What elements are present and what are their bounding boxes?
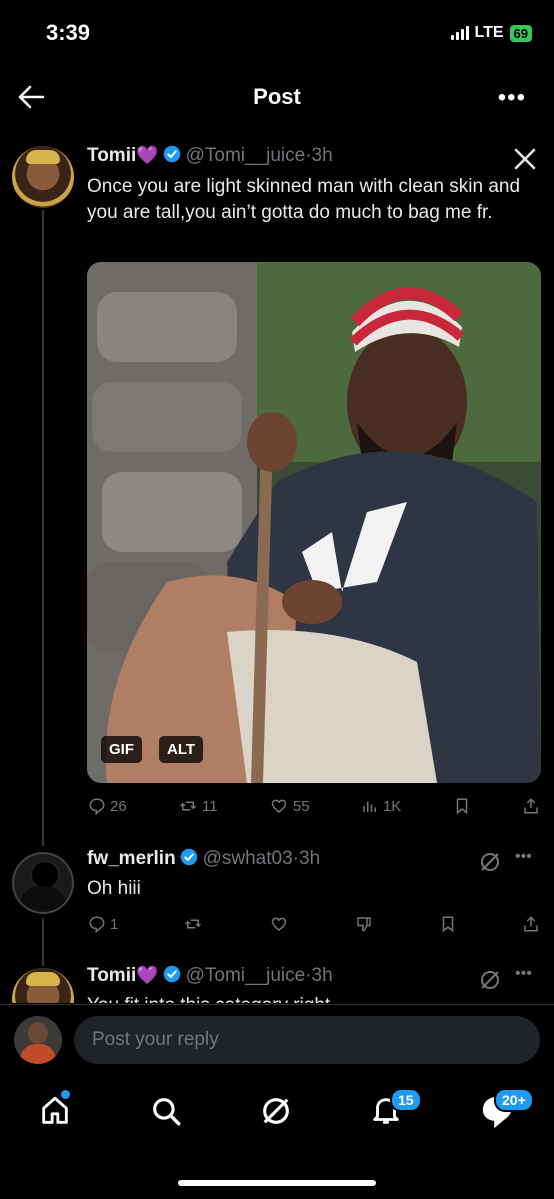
page-title: Post [253,84,301,109]
search-icon[interactable] [149,1094,183,1128]
reply-icon [89,916,105,933]
views-button[interactable]: 1K [361,797,401,815]
reply-header: fw_merlin @swhat03·3h [87,848,321,869]
x-logo-icon [514,148,536,170]
like-icon [271,799,287,813]
status-indicators: LTE 69 [450,24,532,42]
grok-icon[interactable] [478,968,502,992]
reply-actions: 1 [88,914,540,934]
author-handle[interactable]: @swhat03 [203,848,293,869]
name-emoji: 💜 [136,145,159,165]
author-name[interactable]: Tomii [87,145,136,166]
post-text: Once you are light skinned man with clea… [87,176,521,223]
share-icon[interactable] [522,796,540,816]
reply-icon [89,798,105,815]
avatar[interactable] [12,146,74,208]
more-icon[interactable]: ••• [515,848,532,866]
reply-count: 1 [110,915,119,933]
reply-text: Oh hiii [87,878,141,899]
messages-badge: 20+ [494,1088,534,1112]
reply-text: You fit into this category right [87,993,330,1003]
notifications-badge: 15 [390,1088,422,1112]
thread-line [42,210,44,846]
author-name[interactable]: fw_merlin [87,848,176,869]
post-time: 3h [299,848,321,869]
battery-icon: 69 [509,24,532,42]
grok-icon[interactable] [259,1094,293,1128]
repost-icon[interactable] [183,915,203,933]
author-handle[interactable]: @Tomi__juice [186,145,306,166]
reply-button[interactable]: 1 [88,915,118,933]
verified-icon [180,848,198,866]
home-unread-dot [61,1090,70,1099]
reply-placeholder: Post your reply [92,1029,219,1050]
network-label: LTE [474,24,504,41]
like-count: 55 [292,797,310,815]
divider [0,1004,554,1005]
reply-2-clip: Tomii💜 @Tomi__juice·3h ••• You fit into … [0,960,554,1003]
reply-header: Tomii💜 @Tomi__juice·3h [87,965,333,986]
views-count: 1K [382,797,402,815]
more-icon[interactable]: ••• [498,84,526,112]
alt-badge[interactable]: ALT [159,736,204,763]
views-icon [363,801,376,812]
repost-icon [179,801,197,811]
avatar[interactable] [12,968,74,1003]
thread-line [42,918,44,966]
like-icon[interactable] [269,915,289,933]
reply-input[interactable]: Post your reply [74,1016,540,1064]
post-time: 3h [311,965,333,986]
author-handle[interactable]: @Tomi__juice [186,965,306,986]
post-media[interactable]: GIF ALT [87,262,541,783]
grok-icon[interactable] [478,850,502,874]
like-button[interactable]: 55 [269,797,310,815]
repost-count: 11 [202,797,218,815]
bookmark-icon[interactable] [439,914,457,934]
gif-image [87,262,541,783]
reply-count: 26 [110,797,127,815]
name-emoji: 💜 [136,965,159,985]
repost-button[interactable]: 11 [178,797,218,815]
home-icon[interactable] [38,1094,72,1128]
verified-icon [163,145,181,163]
status-time: 3:39 [46,20,91,45]
more-icon[interactable]: ••• [515,965,532,983]
post-header: Tomii💜 @Tomi__juice·3h [87,145,333,166]
bookmark-icon[interactable] [453,796,471,816]
avatar[interactable] [12,852,74,914]
signal-icon [450,26,469,40]
reply-button[interactable]: 26 [88,797,127,815]
dislike-icon[interactable] [354,915,374,933]
share-icon[interactable] [522,914,540,934]
author-name[interactable]: Tomii [87,965,136,986]
post-actions: 26 11 55 1K [88,796,540,816]
gif-badge: GIF [101,736,142,763]
home-indicator [178,1180,376,1186]
post-time: 3h [311,145,333,166]
avatar [14,1016,62,1064]
verified-icon [163,965,181,983]
